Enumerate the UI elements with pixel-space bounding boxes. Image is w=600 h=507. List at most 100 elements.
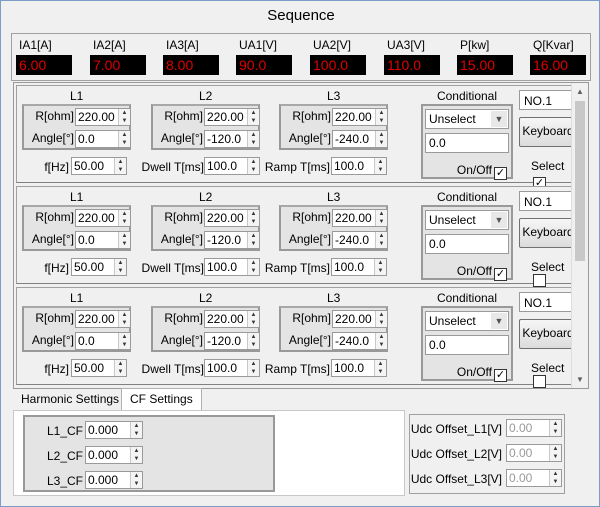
ramp-input[interactable]: 100.0 ▲ ▼ xyxy=(331,258,387,276)
spin-arrows-icon[interactable]: ▲ ▼ xyxy=(247,109,259,125)
tab-harmonic-settings[interactable]: Harmonic Settings xyxy=(13,389,127,411)
angle-input[interactable]: -120.0 ▲ ▼ xyxy=(204,332,260,350)
keyboard-button[interactable]: Keyboard xyxy=(519,117,577,147)
r-input[interactable]: 220.00 ▲ ▼ xyxy=(332,108,388,126)
udc-offset-label: Udc Offset_L2[V] xyxy=(410,447,502,461)
udc-offset-input[interactable]: 0.00 ▲ ▼ xyxy=(506,419,562,437)
spin-arrows-icon[interactable]: ▲ ▼ xyxy=(130,422,142,438)
spin-arrows-icon[interactable]: ▲ ▼ xyxy=(114,259,126,275)
spin-arrows-icon[interactable]: ▲ ▼ xyxy=(549,420,561,436)
scroll-up-icon[interactable]: ▲ xyxy=(572,83,588,100)
f-input[interactable]: 50.00 ▲ ▼ xyxy=(71,157,127,175)
meter-p: P[kw] 15.00 xyxy=(457,38,513,75)
onoff-toggle[interactable]: On/Off ✓ xyxy=(457,163,507,180)
spin-arrows-icon[interactable]: ▲ ▼ xyxy=(375,109,387,125)
conditional-value-input[interactable]: 0.0 xyxy=(425,335,509,355)
angle-input[interactable]: -240.0 ▲ ▼ xyxy=(332,231,388,249)
select-toggle[interactable]: Select xyxy=(531,361,571,388)
spin-arrows-icon[interactable]: ▲ ▼ xyxy=(130,472,142,488)
dwell-input[interactable]: 100.0 ▲ ▼ xyxy=(204,359,260,377)
cf-input[interactable]: 0.000 ▲ ▼ xyxy=(85,471,143,489)
f-input[interactable]: 50.00 ▲ ▼ xyxy=(71,258,127,276)
f-input[interactable]: 50.00 ▲ ▼ xyxy=(71,359,127,377)
scrollbar-thumb[interactable] xyxy=(575,101,585,261)
spin-arrows-icon[interactable]: ▲ ▼ xyxy=(114,360,126,376)
spin-arrows-icon[interactable]: ▲ ▼ xyxy=(375,210,387,226)
spin-arrows-icon[interactable]: ▲ ▼ xyxy=(247,360,259,376)
chevron-down-icon[interactable]: ▼ xyxy=(491,111,507,127)
spin-arrows-icon[interactable]: ▲ ▼ xyxy=(375,333,387,349)
spin-arrows-icon[interactable]: ▲ ▼ xyxy=(375,311,387,327)
checkbox-onoff[interactable]: ✓ xyxy=(494,369,507,382)
spin-arrows-icon[interactable]: ▲ ▼ xyxy=(114,158,126,174)
checkbox-onoff[interactable]: ✓ xyxy=(494,268,507,281)
r-input[interactable]: 220.00 ▲ ▼ xyxy=(75,209,131,227)
spin-arrows-icon[interactable]: ▲ ▼ xyxy=(247,311,259,327)
spin-arrows-icon[interactable]: ▲ ▼ xyxy=(247,210,259,226)
checkbox-onoff[interactable]: ✓ xyxy=(494,167,507,180)
conditional-label: Conditional xyxy=(436,190,498,204)
angle-label: Angle[°] xyxy=(288,131,331,145)
phase-group-l1: R[ohm] 220.00 ▲ ▼ Angle[°] 0.0 ▲ ▼ xyxy=(22,205,131,251)
spin-arrows-icon[interactable]: ▲ ▼ xyxy=(118,131,130,147)
r-input[interactable]: 220.00 ▲ ▼ xyxy=(204,108,260,126)
ramp-input[interactable]: 100.0 ▲ ▼ xyxy=(331,359,387,377)
spin-arrows-icon[interactable]: ▲ ▼ xyxy=(247,158,259,174)
conditional-select[interactable]: Unselect ▼ xyxy=(425,210,509,230)
input-value: 0.0 xyxy=(429,338,446,352)
spin-arrows-icon[interactable]: ▲ ▼ xyxy=(374,360,386,376)
select-toggle[interactable]: Select xyxy=(531,260,571,288)
dwell-input[interactable]: 100.0 ▲ ▼ xyxy=(204,258,260,276)
onoff-toggle[interactable]: On/Off ✓ xyxy=(457,365,507,382)
ramp-input[interactable]: 100.0 ▲ ▼ xyxy=(331,157,387,175)
conditional-value-input[interactable]: 0.0 xyxy=(425,234,509,254)
angle-input[interactable]: 0.0 ▲ ▼ xyxy=(75,332,131,350)
checkbox-select[interactable] xyxy=(533,274,546,287)
spin-arrows-icon[interactable]: ▲ ▼ xyxy=(247,259,259,275)
angle-input[interactable]: -120.0 ▲ ▼ xyxy=(204,130,260,148)
dwell-input[interactable]: 100.0 ▲ ▼ xyxy=(204,157,260,175)
vertical-scrollbar[interactable]: ▲ ▼ xyxy=(571,83,588,388)
spin-arrows-icon[interactable]: ▲ ▼ xyxy=(549,470,561,486)
r-input[interactable]: 220.00 ▲ ▼ xyxy=(332,310,388,328)
spin-arrows-icon[interactable]: ▲ ▼ xyxy=(375,232,387,248)
spin-arrows-icon[interactable]: ▲ ▼ xyxy=(374,158,386,174)
spin-arrows-icon[interactable]: ▲ ▼ xyxy=(118,232,130,248)
spin-arrows-icon[interactable]: ▲ ▼ xyxy=(247,333,259,349)
spin-arrows-icon[interactable]: ▲ ▼ xyxy=(118,311,130,327)
keyboard-button[interactable]: Keyboard xyxy=(519,319,577,349)
r-input[interactable]: 220.00 ▲ ▼ xyxy=(204,310,260,328)
angle-input[interactable]: -240.0 ▲ ▼ xyxy=(332,332,388,350)
conditional-select[interactable]: Unselect ▼ xyxy=(425,311,509,331)
angle-input[interactable]: -120.0 ▲ ▼ xyxy=(204,231,260,249)
spin-arrows-icon[interactable]: ▲ ▼ xyxy=(247,232,259,248)
conditional-value-input[interactable]: 0.0 xyxy=(425,133,509,153)
spin-arrows-icon[interactable]: ▲ ▼ xyxy=(375,131,387,147)
spin-arrows-icon[interactable]: ▲ ▼ xyxy=(118,210,130,226)
cf-input[interactable]: 0.000 ▲ ▼ xyxy=(85,421,143,439)
angle-input[interactable]: 0.0 ▲ ▼ xyxy=(75,231,131,249)
angle-input[interactable]: 0.0 ▲ ▼ xyxy=(75,130,131,148)
scroll-down-icon[interactable]: ▼ xyxy=(572,371,588,388)
spin-arrows-icon[interactable]: ▲ ▼ xyxy=(374,259,386,275)
spin-arrows-icon[interactable]: ▲ ▼ xyxy=(118,109,130,125)
r-input[interactable]: 220.00 ▲ ▼ xyxy=(75,108,131,126)
spin-arrows-icon[interactable]: ▲ ▼ xyxy=(118,333,130,349)
onoff-toggle[interactable]: On/Off ✓ xyxy=(457,264,507,281)
r-input[interactable]: 220.00 ▲ ▼ xyxy=(332,209,388,227)
keyboard-button[interactable]: Keyboard xyxy=(519,218,577,248)
conditional-select[interactable]: Unselect ▼ xyxy=(425,109,509,129)
angle-input[interactable]: -240.0 ▲ ▼ xyxy=(332,130,388,148)
r-label: R[ohm] xyxy=(164,109,203,123)
spin-arrows-icon[interactable]: ▲ ▼ xyxy=(130,447,142,463)
chevron-down-icon[interactable]: ▼ xyxy=(491,212,507,228)
cf-input[interactable]: 0.000 ▲ ▼ xyxy=(85,446,143,464)
spin-arrows-icon[interactable]: ▲ ▼ xyxy=(549,445,561,461)
chevron-down-icon[interactable]: ▼ xyxy=(491,313,507,329)
r-input[interactable]: 220.00 ▲ ▼ xyxy=(204,209,260,227)
checkbox-select[interactable] xyxy=(533,375,546,388)
r-input[interactable]: 220.00 ▲ ▼ xyxy=(75,310,131,328)
spin-arrows-icon[interactable]: ▲ ▼ xyxy=(247,131,259,147)
udc-offset-input[interactable]: 0.00 ▲ ▼ xyxy=(506,444,562,462)
udc-offset-input[interactable]: 0.00 ▲ ▼ xyxy=(506,469,562,487)
